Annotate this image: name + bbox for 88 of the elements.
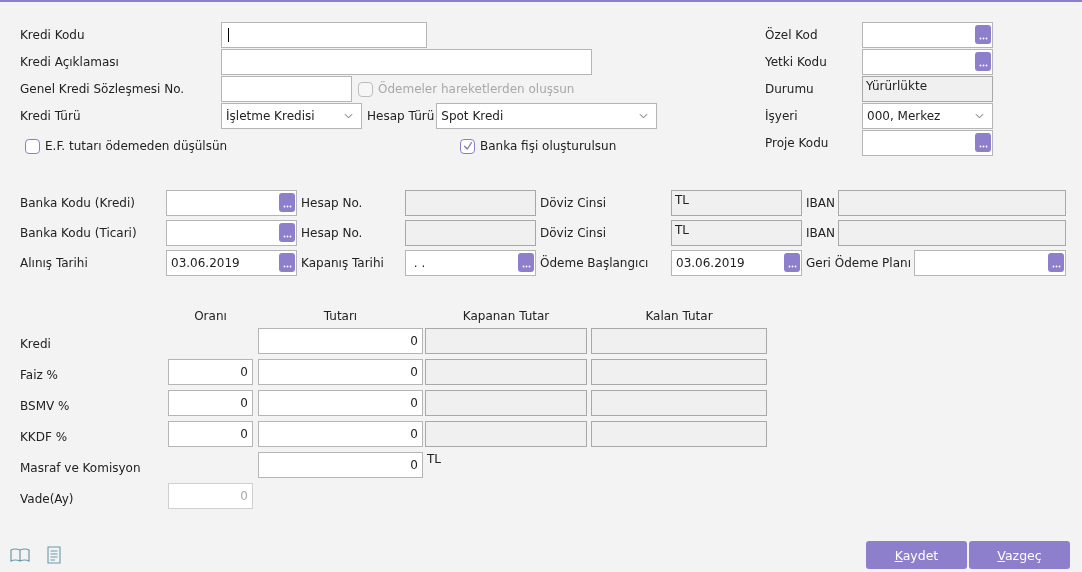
- lookup-field[interactable]: [166, 190, 297, 216]
- book-icon[interactable]: [10, 548, 30, 562]
- ellipsis-icon: [282, 235, 292, 238]
- field-label: Genel Kredi Sözleşmesi No.: [20, 82, 186, 96]
- lookup-field[interactable]: . .: [405, 250, 536, 276]
- row-label: Faiz %: [20, 367, 59, 382]
- field-label: Geri Ödeme Planı: [805, 256, 912, 270]
- ellipsis-icon: [282, 265, 292, 268]
- field-label: Özel Kod: [765, 28, 819, 42]
- row-label: Masraf ve Komisyon: [20, 460, 142, 475]
- browse-button[interactable]: [518, 253, 534, 272]
- row-label: Vade(Ay): [20, 491, 75, 506]
- status-field: Yürürlükte: [862, 76, 993, 102]
- field-label: İşyeri: [765, 109, 799, 123]
- checkbox-label: E.F. tutarı ödemeden düşülsün: [45, 139, 228, 153]
- column-header: Tutarı: [322, 309, 359, 323]
- ellipsis-icon: [978, 145, 988, 148]
- field-label: Alınış Tarihi: [20, 256, 89, 270]
- checkbox[interactable]: [25, 138, 40, 154]
- checkbox-label: Ödemeler hareketlerden oluşsun: [378, 82, 575, 96]
- field-label: IBAN: [805, 226, 836, 240]
- checkbox-label: Banka fişi oluşturulsun: [480, 139, 617, 153]
- text-field[interactable]: [221, 22, 427, 48]
- field-label: IBAN: [805, 196, 836, 210]
- field-label: Yetki Kodu: [765, 55, 828, 69]
- lookup-field[interactable]: [913, 250, 1066, 276]
- ellipsis-icon: [978, 64, 988, 67]
- field-label: Kredi Türü: [20, 109, 82, 123]
- readonly-field: TL: [671, 190, 802, 216]
- browse-button[interactable]: [975, 133, 991, 152]
- lookup-field[interactable]: [862, 49, 993, 75]
- browse-button[interactable]: [279, 253, 295, 272]
- lookup-field[interactable]: [862, 130, 993, 156]
- ellipsis-icon: [1051, 265, 1061, 268]
- field-label: Banka Kodu (Ticari): [20, 226, 138, 240]
- lookup-field[interactable]: 03.06.2019: [671, 250, 802, 276]
- checkmark-icon: [461, 140, 474, 152]
- browse-button[interactable]: [975, 52, 991, 71]
- chevron-down-icon: [639, 113, 649, 119]
- text-field[interactable]: [221, 49, 592, 75]
- browse-button[interactable]: [1048, 253, 1064, 272]
- chevron-down-icon: [975, 113, 984, 119]
- lookup-field[interactable]: 03.06.2019: [166, 250, 297, 276]
- readonly-field: TL: [671, 220, 802, 246]
- rate-field[interactable]: 0: [168, 359, 253, 385]
- field-label: Kapanış Tarihi: [300, 256, 385, 270]
- field-label: Hesap No.: [300, 196, 364, 210]
- browse-button[interactable]: [279, 223, 295, 242]
- amount-field[interactable]: 0: [258, 421, 423, 447]
- document-icon[interactable]: [47, 546, 61, 564]
- amount-field[interactable]: 0: [258, 452, 423, 478]
- field-label: Ödeme Başlangıcı: [539, 256, 650, 270]
- field-label: Durumu: [765, 82, 815, 96]
- ellipsis-icon: [521, 265, 531, 268]
- row-label: KKDF %: [20, 429, 69, 444]
- dropdown[interactable]: İşletme Kredisi: [221, 103, 362, 129]
- rate-field[interactable]: 0: [168, 421, 253, 447]
- column-header: Kalan Tutar: [644, 309, 714, 323]
- browse-button[interactable]: [784, 253, 800, 272]
- field-label: Döviz Cinsi: [539, 196, 608, 210]
- column-header: Oranı: [193, 309, 228, 323]
- dropdown[interactable]: Spot Kredi: [436, 103, 658, 129]
- field-label: Kredi Kodu: [20, 28, 86, 42]
- ellipsis-icon: [978, 37, 988, 40]
- field-label: Hesap No.: [300, 226, 364, 240]
- lookup-field[interactable]: [166, 220, 297, 246]
- ellipsis-icon: [282, 205, 292, 208]
- browse-button[interactable]: [279, 193, 295, 212]
- amount-field[interactable]: 0: [258, 390, 423, 416]
- currency-label: TL: [427, 452, 441, 466]
- field-label: Kredi Açıklaması: [20, 55, 120, 69]
- field-label: Hesap Türü: [366, 109, 436, 123]
- field-label: Döviz Cinsi: [539, 226, 608, 240]
- text-field[interactable]: [221, 76, 352, 102]
- dropdown[interactable]: 000, Merkez: [862, 103, 993, 129]
- rate-field[interactable]: 0: [168, 390, 253, 416]
- field-label: Banka Kodu (Kredi): [20, 196, 136, 210]
- checkbox[interactable]: [460, 138, 475, 154]
- chevron-down-icon: [344, 113, 353, 119]
- amount-field[interactable]: 0: [258, 359, 423, 385]
- row-label: BSMV %: [20, 398, 71, 413]
- browse-button[interactable]: [975, 25, 991, 44]
- ellipsis-icon: [787, 265, 797, 268]
- amount-field[interactable]: 0: [258, 328, 423, 354]
- lookup-field[interactable]: [862, 22, 993, 48]
- field-label: Proje Kodu: [765, 136, 830, 150]
- row-label: Kredi: [20, 336, 52, 351]
- column-header: Kapanan Tutar: [461, 309, 551, 323]
